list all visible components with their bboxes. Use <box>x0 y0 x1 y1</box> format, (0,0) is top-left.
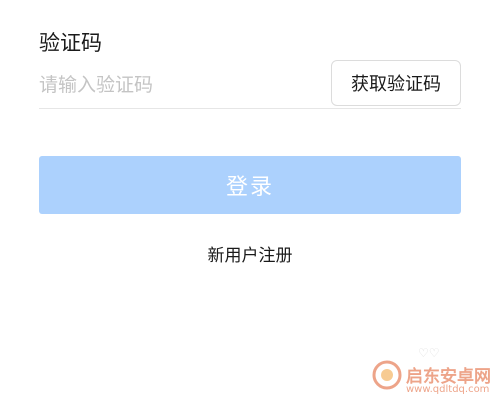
code-label: 验证码 <box>39 31 102 55</box>
watermark-logo-icon <box>372 360 402 390</box>
register-link[interactable]: 新用户注册 <box>0 241 500 266</box>
watermark: ♡♡ 启东安卓网 www.qdltdq.com <box>360 340 500 402</box>
watermark-url: www.qdltdq.com <box>406 384 490 395</box>
verification-code-input[interactable] <box>39 68 319 102</box>
get-code-button[interactable]: 获取验证码 <box>331 60 461 106</box>
code-input-row: 获取验证码 <box>39 60 461 109</box>
hearts-icon: ♡♡ <box>418 346 440 360</box>
login-button[interactable]: 登录 <box>39 156 461 214</box>
